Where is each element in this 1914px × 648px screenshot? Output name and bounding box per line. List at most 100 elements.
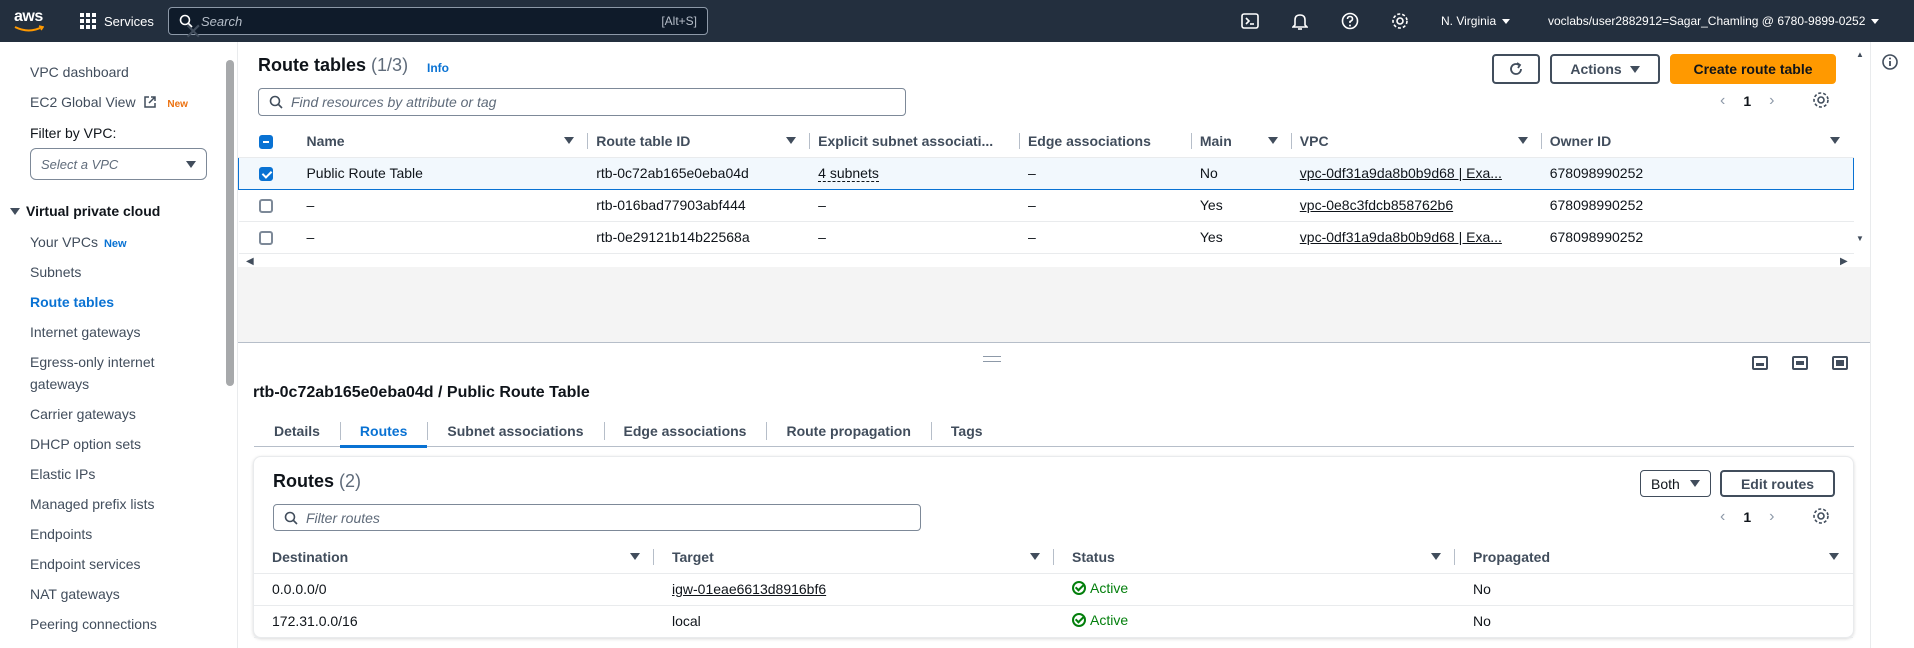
tab-details[interactable]: Details	[254, 414, 340, 447]
settings-gear-icon[interactable]	[1390, 11, 1410, 31]
column-header-name[interactable]: Name	[298, 125, 589, 158]
row-checkbox[interactable]	[259, 167, 273, 182]
row-checkbox[interactable]	[258, 231, 273, 246]
column-header-target[interactable]: Target	[654, 541, 1054, 574]
scroll-right-icon[interactable]: ▶	[1840, 256, 1848, 267]
sidebar-item-elastic-ips[interactable]: Elastic IPs	[30, 466, 95, 482]
section-virtual-private-cloud[interactable]: Virtual private cloud	[10, 203, 160, 219]
column-header-status[interactable]: Status	[1054, 541, 1455, 574]
cell-destination: 172.31.0.0/16	[254, 605, 654, 638]
table-pagination: ‹ 1 ›	[1720, 90, 1774, 112]
chevron-right-icon[interactable]: ›	[1769, 92, 1774, 110]
tab-route-propagation[interactable]: Route propagation	[766, 414, 930, 447]
split-panel-resize-handle[interactable]	[983, 356, 1001, 362]
vpc-link[interactable]: vpc-0df31a9da8b0b9d68 | Exa...	[1291, 221, 1542, 254]
close-icon[interactable]: ✕	[184, 21, 202, 43]
vpc-link[interactable]: vpc-0df31a9da8b0b9d68 | Exa...	[1291, 156, 1542, 190]
aws-logo[interactable]: aws	[14, 8, 50, 34]
column-header-explicit-subnet[interactable]: Explicit subnet associati...	[810, 125, 1020, 158]
refresh-button[interactable]	[1492, 54, 1540, 84]
routes-settings-gear-icon[interactable]	[1812, 507, 1830, 528]
row-select-cell	[238, 156, 299, 190]
chevron-left-icon[interactable]: ‹	[1720, 508, 1725, 526]
column-header-edge-associations[interactable]: Edge associations	[1019, 125, 1192, 158]
region-selector[interactable]: N. Virginia	[1441, 0, 1511, 42]
tab-tags[interactable]: Tags	[930, 414, 1003, 447]
column-header-vpc[interactable]: VPC	[1291, 125, 1542, 158]
tab-routes[interactable]: Routes	[339, 414, 428, 448]
table-row[interactable]: – rtb-016bad77903abf444 – – Yes vpc-0e8c…	[238, 189, 1854, 222]
sidebar-scrollbar[interactable]	[226, 60, 234, 386]
sidebar-item-route-tables[interactable]: Route tables	[30, 294, 114, 310]
row-checkbox[interactable]	[258, 199, 273, 214]
grid-icon	[80, 13, 96, 29]
column-header-main[interactable]: Main	[1191, 125, 1292, 158]
chevron-right-icon[interactable]: ›	[1769, 508, 1774, 526]
table-row[interactable]: – rtb-0e29121b14b22568a – – Yes vpc-0df3…	[238, 221, 1854, 254]
route-table-id-link[interactable]: rtb-0e29121b14b22568a	[588, 221, 811, 254]
sidebar-item-nat-gateways[interactable]: NAT gateways	[30, 586, 120, 602]
route-row: 172.31.0.0/16 local Active No	[254, 605, 1853, 638]
sidebar-item-vpc-dashboard[interactable]: VPC dashboard	[30, 64, 129, 80]
sidebar-item-egress-only-cont[interactable]: gateways	[30, 376, 89, 392]
sidebar-item-carrier-gateways[interactable]: Carrier gateways	[30, 406, 136, 422]
scroll-up-icon[interactable]: ▲	[1856, 50, 1864, 59]
page-number[interactable]: 1	[1743, 93, 1751, 109]
edit-routes-button[interactable]: Edit routes	[1720, 470, 1835, 497]
sidebar-item-egress-only[interactable]: Egress-only internet	[30, 354, 155, 370]
cell-main: Yes	[1191, 189, 1292, 222]
column-header-owner-id[interactable]: Owner ID	[1541, 125, 1854, 158]
filter-vpc-select[interactable]: Select a VPC	[30, 148, 207, 180]
panel-middle-layout-icon[interactable]	[1792, 356, 1808, 370]
global-search-input[interactable]: Search [Alt+S]	[168, 7, 708, 35]
caret-down-icon	[1690, 480, 1700, 487]
select-all-cell	[238, 125, 299, 158]
column-header-destination[interactable]: Destination	[254, 541, 654, 574]
table-settings-gear-icon[interactable]	[1812, 91, 1830, 112]
help-icon[interactable]	[1340, 11, 1360, 31]
chevron-left-icon[interactable]: ‹	[1720, 92, 1725, 110]
sort-icon	[1431, 553, 1441, 560]
sidebar-item-managed-prefix-lists[interactable]: Managed prefix lists	[30, 496, 155, 512]
scroll-left-icon[interactable]: ◀	[246, 256, 254, 267]
subnets-popover[interactable]: 4 subnets	[818, 165, 879, 182]
cloudshell-icon[interactable]	[1240, 11, 1260, 31]
info-panel-icon[interactable]	[1882, 54, 1898, 73]
route-table-id-link[interactable]: rtb-0c72ab165e0eba04d	[588, 156, 811, 190]
vpc-link[interactable]: vpc-0e8c3fdcb858762b6	[1291, 189, 1542, 222]
sort-icon	[1517, 137, 1528, 144]
sort-icon	[1829, 553, 1839, 560]
route-table-id-link[interactable]: rtb-016bad77903abf444	[588, 189, 811, 222]
services-menu[interactable]: Services	[80, 0, 154, 42]
find-resources-input[interactable]: Find resources by attribute or tag	[258, 88, 906, 116]
scroll-down-icon[interactable]: ▼	[1856, 234, 1864, 243]
check-circle-icon	[1072, 613, 1086, 627]
select-all-checkbox[interactable]	[258, 134, 273, 149]
column-header-propagated[interactable]: Propagated	[1455, 541, 1853, 574]
page-number[interactable]: 1	[1743, 509, 1751, 525]
refresh-icon	[1510, 62, 1522, 75]
sidebar-item-internet-gateways[interactable]: Internet gateways	[30, 324, 141, 340]
sidebar-item-endpoints[interactable]: Endpoints	[30, 526, 92, 542]
route-filter-select[interactable]: Both	[1640, 470, 1711, 497]
account-menu[interactable]: voclabs/user2882912=Sagar_Chamling @ 678…	[1548, 0, 1880, 42]
tab-edge-associations[interactable]: Edge associations	[603, 414, 767, 447]
create-route-table-button[interactable]: Create route table	[1670, 54, 1836, 84]
tab-subnet-associations[interactable]: Subnet associations	[427, 414, 603, 447]
sidebar-item-ec2-global-view[interactable]: EC2 Global View New	[30, 94, 188, 110]
sidebar-item-your-vpcs[interactable]: Your VPCs New	[30, 234, 127, 250]
actions-button[interactable]: Actions	[1550, 54, 1660, 84]
column-header-route-table-id[interactable]: Route table ID	[588, 125, 811, 158]
panel-bottom-layout-icon[interactable]	[1752, 356, 1768, 370]
filter-routes-input[interactable]: Filter routes	[273, 504, 921, 531]
target-link[interactable]: igw-01eae6613d8916bf6	[654, 573, 1054, 606]
sidebar-item-subnets[interactable]: Subnets	[30, 264, 81, 280]
notifications-bell-icon[interactable]	[1290, 11, 1310, 31]
account-label: voclabs/user2882912=Sagar_Chamling @ 678…	[1548, 14, 1866, 28]
sidebar-item-endpoint-services[interactable]: Endpoint services	[30, 556, 141, 572]
sidebar-item-dhcp-option-sets[interactable]: DHCP option sets	[30, 436, 141, 452]
table-row[interactable]: Public Route Table rtb-0c72ab165e0eba04d…	[238, 156, 1854, 190]
info-link[interactable]: Info	[427, 61, 449, 75]
panel-full-layout-icon[interactable]	[1832, 356, 1848, 370]
sidebar-item-peering-connections[interactable]: Peering connections	[30, 616, 157, 632]
